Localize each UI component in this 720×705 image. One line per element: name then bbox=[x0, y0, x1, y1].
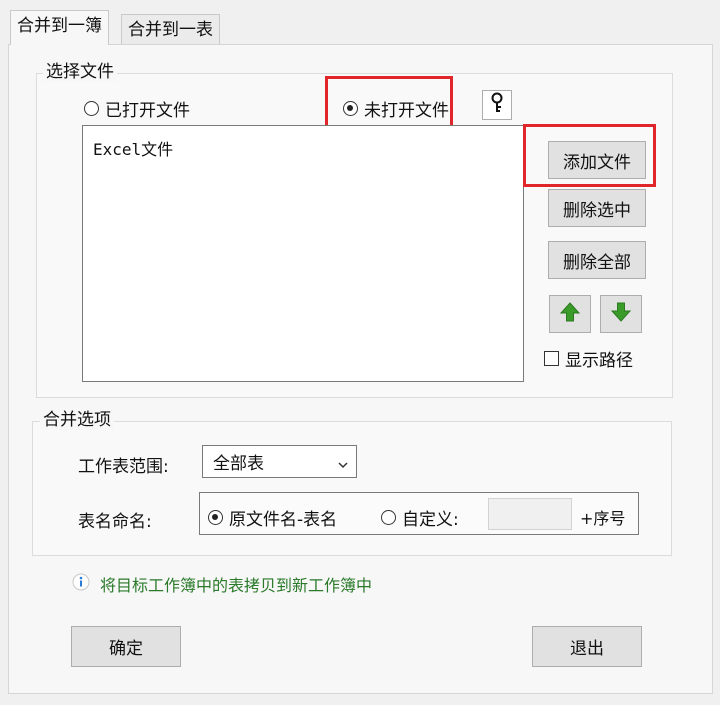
arrow-down-icon bbox=[610, 301, 632, 328]
radio-circle-checked bbox=[208, 510, 223, 525]
naming-original-label: 原文件名-表名 bbox=[229, 510, 338, 530]
radio-circle bbox=[84, 101, 99, 116]
arrow-up-icon bbox=[559, 301, 581, 328]
delete-selected-button[interactable]: 删除选中 bbox=[548, 189, 646, 227]
info-icon bbox=[72, 573, 90, 596]
naming-custom-label: 自定义: bbox=[402, 510, 459, 530]
exit-button[interactable]: 退出 bbox=[532, 626, 642, 667]
info-line: 将目标工作簿中的表拷贝到新工作簿中 bbox=[72, 572, 372, 596]
radio-naming-custom[interactable]: 自定义: bbox=[381, 505, 459, 530]
tab-label: 合并到一簿 bbox=[17, 16, 102, 36]
ok-button[interactable]: 确定 bbox=[71, 626, 181, 667]
sheet-range-label: 工作表范围: bbox=[78, 457, 169, 477]
highlight-add-file bbox=[523, 124, 656, 187]
naming-label: 表名命名: bbox=[78, 512, 152, 532]
sequence-label: +序号 bbox=[580, 509, 626, 528]
file-list[interactable]: Excel文件 bbox=[82, 125, 524, 382]
sheet-range-select[interactable]: 全部表 bbox=[202, 445, 357, 478]
chevron-down-icon bbox=[338, 455, 348, 469]
checkbox-box bbox=[544, 351, 559, 366]
tab-merge-to-sheet[interactable]: 合并到一表 bbox=[121, 14, 220, 44]
show-path-checkbox[interactable]: 显示路径 bbox=[544, 346, 633, 371]
key-icon bbox=[489, 92, 505, 119]
radio-circle bbox=[381, 510, 396, 525]
radio-opened-label: 已打开文件 bbox=[105, 101, 190, 121]
show-path-label: 显示路径 bbox=[565, 351, 633, 371]
sheet-range-value: 全部表 bbox=[213, 454, 264, 474]
tab-merge-to-workbook[interactable]: 合并到一簿 bbox=[10, 10, 109, 45]
tab-label: 合并到一表 bbox=[128, 20, 213, 40]
radio-naming-original[interactable]: 原文件名-表名 bbox=[208, 505, 337, 530]
merge-options-group bbox=[32, 421, 672, 556]
move-up-button[interactable] bbox=[549, 295, 591, 333]
move-down-button[interactable] bbox=[600, 295, 642, 333]
file-list-header: Excel文件 bbox=[93, 140, 174, 159]
merge-options-legend: 合并选项 bbox=[40, 410, 114, 430]
custom-name-input[interactable] bbox=[488, 498, 572, 530]
key-button[interactable] bbox=[482, 90, 512, 120]
info-text: 将目标工作簿中的表拷贝到新工作簿中 bbox=[100, 576, 373, 595]
delete-all-button[interactable]: 删除全部 bbox=[548, 241, 646, 279]
radio-opened-files[interactable]: 已打开文件 bbox=[84, 96, 190, 121]
select-files-legend: 选择文件 bbox=[43, 62, 117, 82]
